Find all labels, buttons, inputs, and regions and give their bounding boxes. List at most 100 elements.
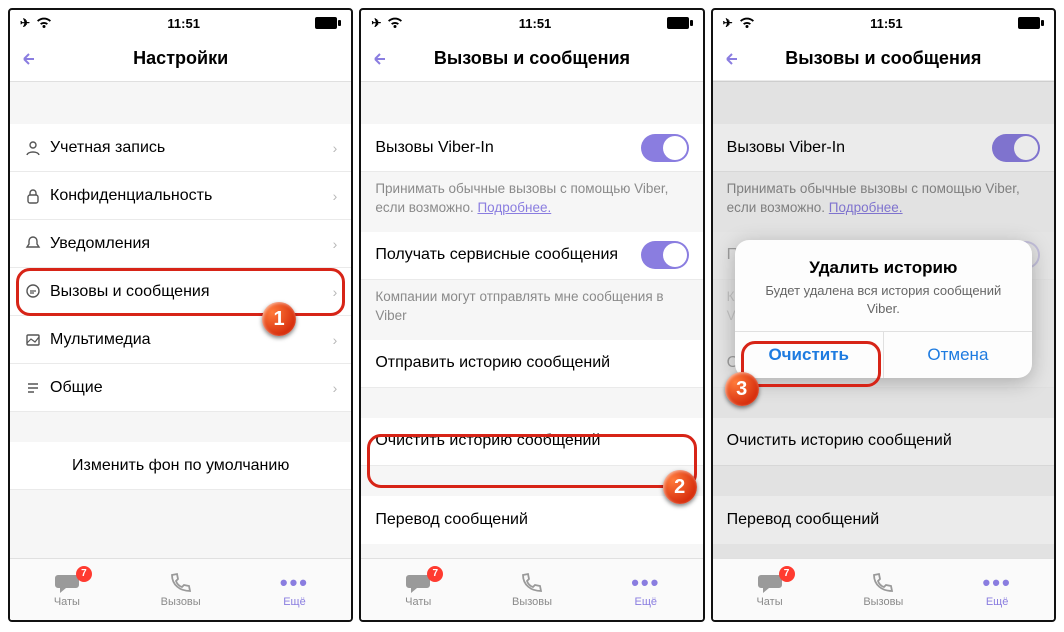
back-icon [723,50,741,68]
tab-more[interactable]: ••• Ещё [238,559,352,620]
lock-icon [24,187,50,205]
tab-calls[interactable]: Вызовы [475,559,589,620]
battery-icon [315,17,341,29]
status-time: 11:51 [167,16,200,31]
step-marker-2: 2 [663,470,697,504]
viber-in-description: Принимать обычные вызовы с помощью Viber… [361,172,702,232]
service-messages-toggle[interactable] [641,241,689,269]
tab-calls[interactable]: Вызовы [826,559,940,620]
bell-icon [24,235,50,253]
back-button[interactable] [371,50,389,68]
dialog-title: Удалить историю [753,258,1014,278]
chats-badge: 7 [427,566,443,582]
chevron-right-icon: › [333,140,338,156]
tab-bar: 7 Чаты Вызовы ••• Ещё [361,558,702,620]
more-tab-icon: ••• [983,572,1012,594]
user-icon [24,139,50,157]
settings-content: Учетная запись › Конфиденциальность › Ув… [10,82,351,558]
settings-item-label: Учетная запись [50,139,333,157]
step-marker-3: 3 [725,372,759,406]
battery-icon [1018,17,1044,29]
back-button[interactable] [723,50,741,68]
settings-item-general[interactable]: Общие › [10,364,351,412]
screen-calls-messages: ✈ 11:51 Вызовы и сообщения Вызовы Viber-… [359,8,704,622]
nav-bar: Вызовы и сообщения [713,36,1054,82]
screen-settings: ✈ 11:51 Настройки Учетная запись › Конфи… [8,8,353,622]
status-time: 11:51 [519,16,552,31]
tab-label: Чаты [756,596,782,608]
tab-label: Чаты [405,596,431,608]
change-default-background[interactable]: Изменить фон по умолчанию [10,442,351,490]
settings-item-label: Конфиденциальность [50,187,333,205]
calls-tab-icon [871,572,895,594]
tab-chats[interactable]: 7 Чаты [361,559,475,620]
settings-item-label: Общие [50,379,333,397]
page-title: Вызовы и сообщения [713,48,1054,69]
tab-label: Вызовы [512,596,552,608]
chevron-right-icon: › [333,188,338,204]
dialog-cancel-button[interactable]: Отмена [884,332,1032,378]
tab-label: Ещё [986,596,1009,608]
status-time: 11:51 [870,16,903,31]
settings-item-label: Вызовы и сообщения [50,283,333,301]
change-bg-label: Изменить фон по умолчанию [72,457,289,475]
status-bar: ✈ 11:51 [10,10,351,36]
clear-history-row[interactable]: Очистить историю сообщений [361,418,702,466]
chevron-right-icon: › [333,284,338,300]
tab-label: Чаты [54,596,80,608]
nav-bar: Настройки [10,36,351,82]
viber-in-toggle-row[interactable]: Вызовы Viber-In [361,124,702,172]
list-icon [24,379,50,397]
tab-chats[interactable]: 7 Чаты [713,559,827,620]
delete-history-dialog: Удалить историю Будет удалена вся истори… [735,240,1032,378]
status-bar: ✈ 11:51 [713,10,1054,36]
tab-label: Вызовы [863,596,903,608]
tab-more[interactable]: ••• Ещё [589,559,703,620]
settings-item-notifications[interactable]: Уведомления › [10,220,351,268]
settings-item-account[interactable]: Учетная запись › [10,124,351,172]
chevron-right-icon: › [333,236,338,252]
settings-item-label: Уведомления [50,235,333,253]
wifi-icon [36,17,52,29]
translate-messages-label: Перевод сообщений [375,511,688,529]
send-history-row[interactable]: Отправить историю сообщений [361,340,702,388]
calls-tab-icon [520,572,544,594]
chats-tab-icon: 7 [757,572,783,594]
airplane-icon: ✈ [20,16,30,30]
tab-more[interactable]: ••• Ещё [940,559,1054,620]
settings-item-calls-messages[interactable]: Вызовы и сообщения › [10,268,351,316]
tab-chats[interactable]: 7 Чаты [10,559,124,620]
chats-badge: 7 [779,566,795,582]
viber-in-toggle[interactable] [641,134,689,162]
back-button[interactable] [20,50,38,68]
back-icon [371,50,389,68]
tab-bar: 7 Чаты Вызовы ••• Ещё [10,558,351,620]
dialog-confirm-button[interactable]: Очистить [735,332,884,378]
screen-confirm-dialog: ✈ 11:51 Вызовы и сообщения Вызовы Viber-… [711,8,1056,622]
wifi-icon [739,17,755,29]
more-tab-icon: ••• [631,572,660,594]
service-messages-toggle-row[interactable]: Получать сервисные сообщения [361,232,702,280]
tab-calls[interactable]: Вызовы [124,559,238,620]
chat-icon [24,283,50,301]
chevron-right-icon: › [333,332,338,348]
settings-item-privacy[interactable]: Конфиденциальность › [10,172,351,220]
send-history-label: Отправить историю сообщений [375,354,688,372]
settings-item-label: Мультимедиа [50,331,333,349]
calls-content: Вызовы Viber-In Принимать обычные вызовы… [361,82,702,558]
step-marker-1: 1 [262,302,296,336]
dialog-message: Будет удалена вся история сообщений Vibe… [753,282,1014,317]
wifi-icon [387,17,403,29]
image-icon [24,331,50,349]
tab-label: Ещё [283,596,306,608]
battery-icon [667,17,693,29]
page-title: Настройки [10,48,351,69]
page-title: Вызовы и сообщения [361,48,702,69]
tab-label: Ещё [635,596,658,608]
service-messages-label: Получать сервисные сообщения [375,246,640,264]
learn-more-link[interactable]: Подробнее. [477,200,551,215]
translate-messages-row[interactable]: Перевод сообщений [361,496,702,544]
tab-label: Вызовы [161,596,201,608]
chevron-right-icon: › [333,380,338,396]
settings-item-media[interactable]: Мультимедиа › [10,316,351,364]
